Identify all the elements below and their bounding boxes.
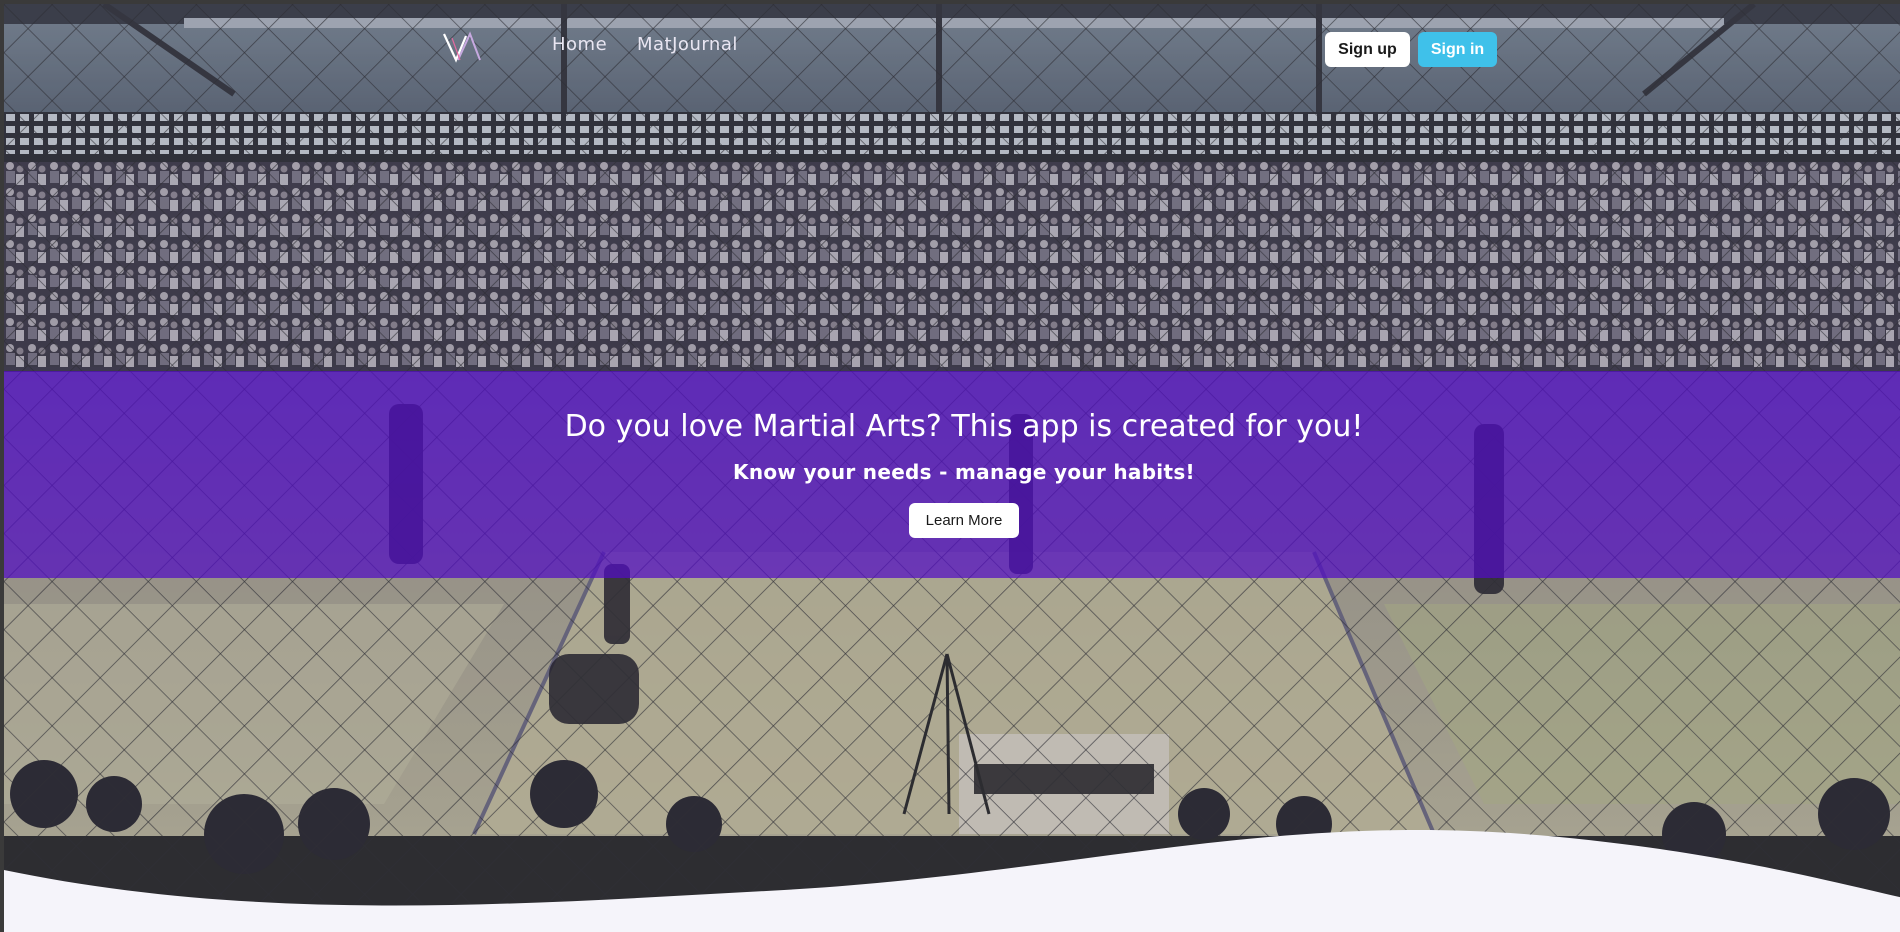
- hero-subtitle: Know your needs - manage your habits!: [733, 460, 1195, 484]
- learn-more-button[interactable]: Learn More: [909, 503, 1019, 538]
- nav-link-matjournal[interactable]: MatJournal: [637, 34, 738, 55]
- nav-link-home[interactable]: Home: [552, 34, 607, 55]
- sign-up-button[interactable]: Sign up: [1325, 32, 1410, 67]
- hero-title: Do you love Martial Arts? This app is cr…: [564, 409, 1364, 444]
- bottom-wave-divider: [4, 829, 1900, 932]
- landing-page: Home MatJournal Sign up Sign in Do you l…: [0, 0, 1900, 932]
- top-navbar: Home MatJournal Sign up Sign in: [4, 4, 1900, 92]
- logo-icon[interactable]: [442, 30, 482, 64]
- sign-in-button[interactable]: Sign in: [1418, 32, 1497, 67]
- hero-banner: Do you love Martial Arts? This app is cr…: [4, 371, 1900, 578]
